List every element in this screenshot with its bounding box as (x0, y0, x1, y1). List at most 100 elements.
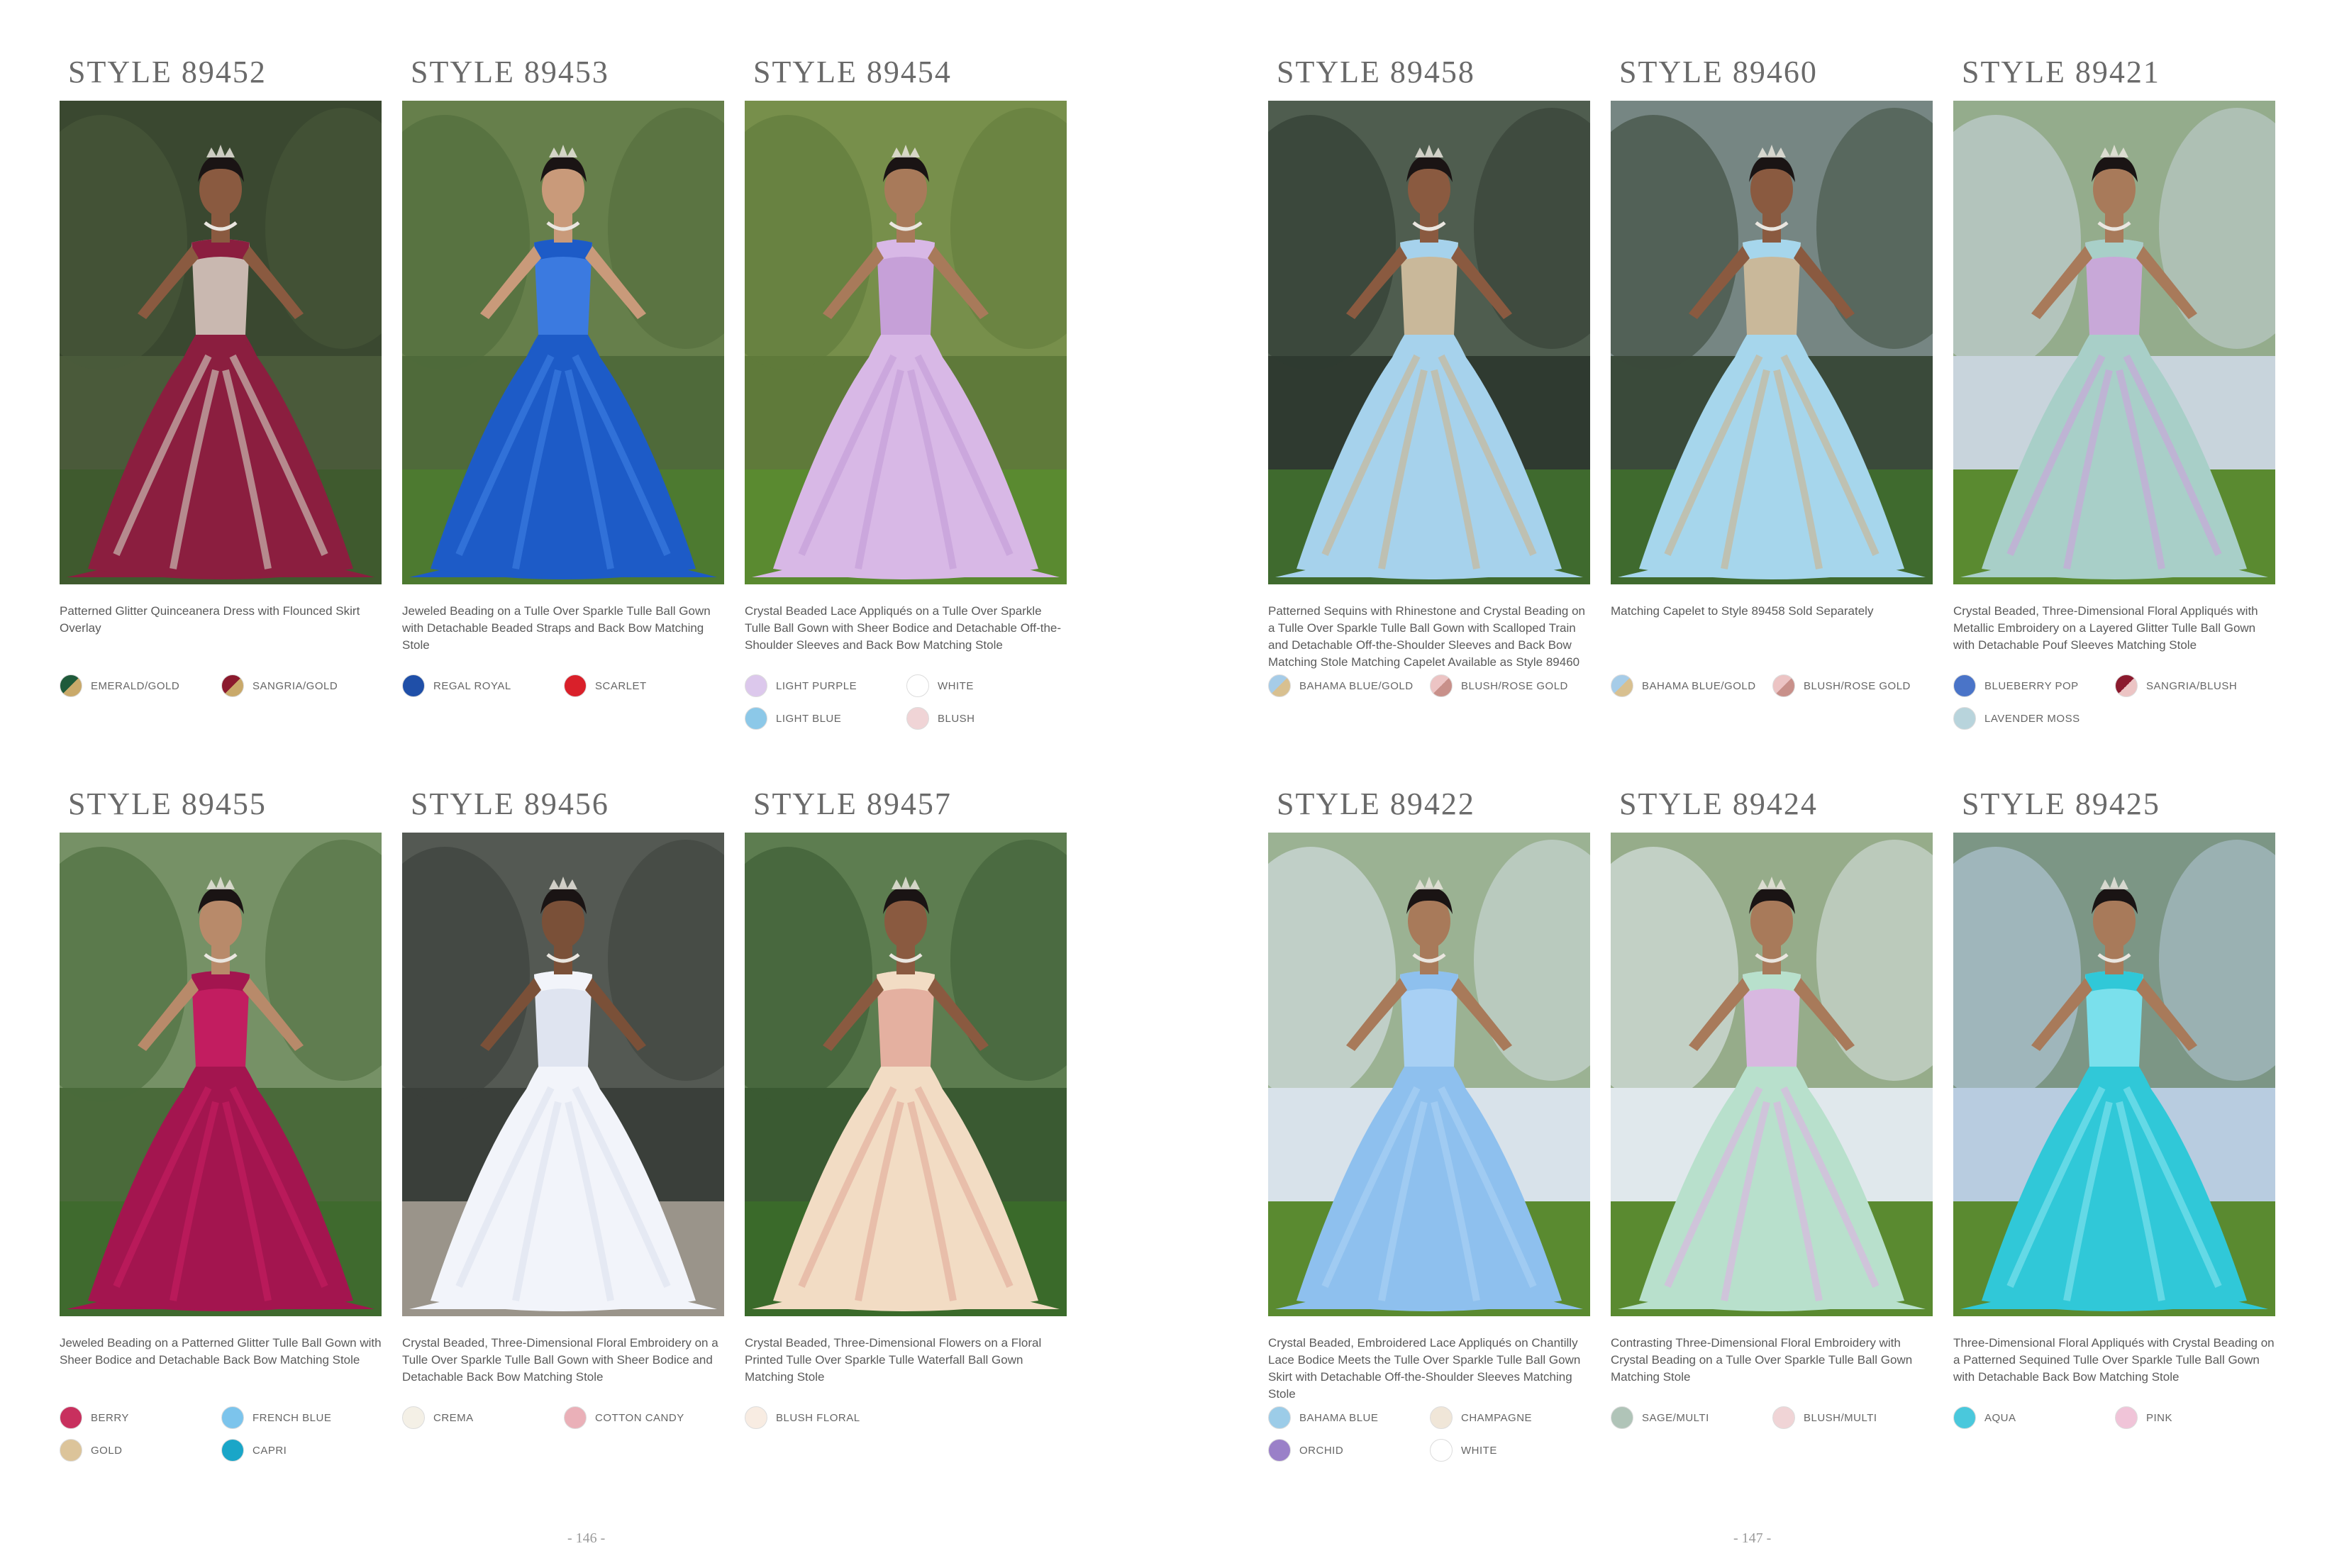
color-option: BLUSH (906, 705, 1067, 732)
page-number: - 147 - (1733, 1530, 1772, 1546)
style-number-title: STYLE 89452 (68, 55, 267, 89)
catalog-page-right: STYLE 89458 Patterned Sequins with Rhines… (1166, 0, 2332, 1568)
style-number-title: STYLE 89454 (753, 55, 952, 89)
style-grid: STYLE 89458 Patterned Sequins with Rhines… (1268, 50, 2298, 1513)
gown-photo (1268, 101, 1590, 584)
color-option: BLUSH FLORAL (745, 1404, 906, 1431)
style-number-title: STYLE 89460 (1619, 55, 1818, 89)
style-number-title: STYLE 89457 (753, 786, 952, 821)
color-option: WHITE (1430, 1437, 1590, 1464)
color-name: WHITE (938, 679, 974, 692)
style-number-title: STYLE 89456 (411, 786, 609, 821)
style-number-title: STYLE 89425 (1962, 786, 2160, 821)
catalog-page-left: STYLE 89452 Patterned Glitter Quinceanera… (0, 0, 1166, 1568)
style-description: Matching Capelet to Style 89458 Sold Sep… (1611, 604, 1874, 618)
style-number-title: STYLE 89422 (1277, 786, 1475, 821)
color-name: BLUSH (938, 712, 975, 725)
style-card: STYLE 89425 Three-Dimensional Floral Appl… (1953, 782, 2275, 1513)
color-swatch (1268, 674, 1291, 697)
color-swatch (1953, 674, 1976, 697)
color-options: BAHAMA BLUE CHAMPAGNE ORCHID WHITE (1268, 1404, 1590, 1464)
color-option: CREMA (402, 1404, 564, 1431)
color-name: BLUSH/ROSE GOLD (1804, 679, 1911, 692)
color-name: AQUA (1984, 1411, 2016, 1424)
color-swatch (745, 707, 767, 730)
style-description: Jeweled Beading on a Patterned Glitter T… (60, 1336, 382, 1367)
color-option: EMERALD/GOLD (60, 672, 221, 699)
style-card: STYLE 89457 Crystal Beaded, Three-Dimensi… (745, 782, 1067, 1513)
style-number-title: STYLE 89421 (1962, 55, 2160, 89)
color-option: COTTON CANDY (564, 1404, 724, 1431)
gown-photo (60, 833, 382, 1316)
style-card: STYLE 89452 Patterned Glitter Quinceanera… (60, 50, 382, 782)
page-number: - 146 - (567, 1530, 606, 1546)
color-option: GOLD (60, 1437, 221, 1464)
color-name: BLUEBERRY POP (1984, 679, 2079, 692)
color-name: BAHAMA BLUE/GOLD (1299, 679, 1414, 692)
color-swatch (402, 1406, 425, 1429)
gown-photo (402, 101, 724, 584)
color-option: SAGE/MULTI (1611, 1404, 1772, 1431)
color-options: CREMA COTTON CANDY (402, 1404, 724, 1431)
style-description: Crystal Beaded, Three-Dimensional Flower… (745, 1336, 1042, 1384)
style-description: Crystal Beaded, Three-Dimensional Floral… (402, 1336, 718, 1384)
style-description: Crystal Beaded, Embroidered Lace Appliqu… (1268, 1336, 1581, 1401)
color-name: REGAL ROYAL (433, 679, 511, 692)
gown-photo (1953, 833, 2275, 1316)
color-swatch (1268, 1439, 1291, 1462)
color-swatch (564, 1406, 587, 1429)
gown-photo (745, 101, 1067, 584)
gown-photo (402, 833, 724, 1316)
color-option: BAHAMA BLUE (1268, 1404, 1430, 1431)
style-card: STYLE 89455 Jeweled Beading on a Patterne… (60, 782, 382, 1513)
color-option: BLUSH/ROSE GOLD (1430, 672, 1590, 699)
color-option: CAPRI (221, 1437, 382, 1464)
color-name: CAPRI (252, 1444, 287, 1457)
color-name: COTTON CANDY (595, 1411, 684, 1424)
color-swatch (906, 707, 929, 730)
style-description: Crystal Beaded Lace Appliqués on a Tulle… (745, 604, 1062, 652)
style-card: STYLE 89460 Matching Capelet to Style 894… (1611, 50, 1933, 782)
color-options: BERRY FRENCH BLUE GOLD CAPRI (60, 1404, 382, 1464)
color-swatch (1430, 674, 1453, 697)
color-swatch (745, 674, 767, 697)
color-option: LIGHT BLUE (745, 705, 906, 732)
style-grid: STYLE 89452 Patterned Glitter Quinceanera… (60, 50, 1089, 1513)
color-option: AQUA (1953, 1404, 2115, 1431)
style-description: Three-Dimensional Floral Appliqués with … (1953, 1336, 2275, 1384)
style-number-title: STYLE 89424 (1619, 786, 1818, 821)
color-swatch (60, 1439, 82, 1462)
color-swatch (745, 1406, 767, 1429)
color-swatch (1611, 674, 1633, 697)
color-option: BLUSH/ROSE GOLD (1772, 672, 1933, 699)
style-description: Crystal Beaded, Three-Dimensional Floral… (1953, 604, 2258, 652)
color-name: ORCHID (1299, 1444, 1344, 1457)
color-option: WHITE (906, 672, 1067, 699)
color-options: SAGE/MULTI BLUSH/MULTI (1611, 1404, 1933, 1431)
color-option: CHAMPAGNE (1430, 1404, 1590, 1431)
color-options: BLUEBERRY POP SANGRIA/BLUSH LAVENDER MOSS (1953, 672, 2275, 732)
color-options: EMERALD/GOLD SANGRIA/GOLD (60, 672, 382, 699)
color-name: LIGHT BLUE (776, 712, 842, 725)
color-options: AQUA PINK (1953, 1404, 2275, 1431)
color-swatch (906, 674, 929, 697)
color-name: SANGRIA/BLUSH (2146, 679, 2238, 692)
color-swatch (1430, 1406, 1453, 1429)
color-name: FRENCH BLUE (252, 1411, 332, 1424)
color-name: SCARLET (595, 679, 647, 692)
color-option: LAVENDER MOSS (1953, 705, 2115, 732)
color-swatch (60, 674, 82, 697)
color-swatch (1953, 707, 1976, 730)
color-name: WHITE (1461, 1444, 1497, 1457)
style-card: STYLE 89454 Crystal Beaded Lace Appliqués… (745, 50, 1067, 782)
style-description: Contrasting Three-Dimensional Floral Emb… (1611, 1336, 1913, 1384)
gown-photo (1611, 833, 1933, 1316)
style-description: Patterned Glitter Quinceanera Dress with… (60, 604, 360, 635)
color-options: BLUSH FLORAL (745, 1404, 1067, 1431)
gown-photo (1268, 833, 1590, 1316)
style-number-title: STYLE 89453 (411, 55, 609, 89)
gown-photo (1953, 101, 2275, 584)
style-card: STYLE 89421 Crystal Beaded, Three-Dimensi… (1953, 50, 2275, 782)
gown-photo (745, 833, 1067, 1316)
color-swatch (221, 674, 244, 697)
